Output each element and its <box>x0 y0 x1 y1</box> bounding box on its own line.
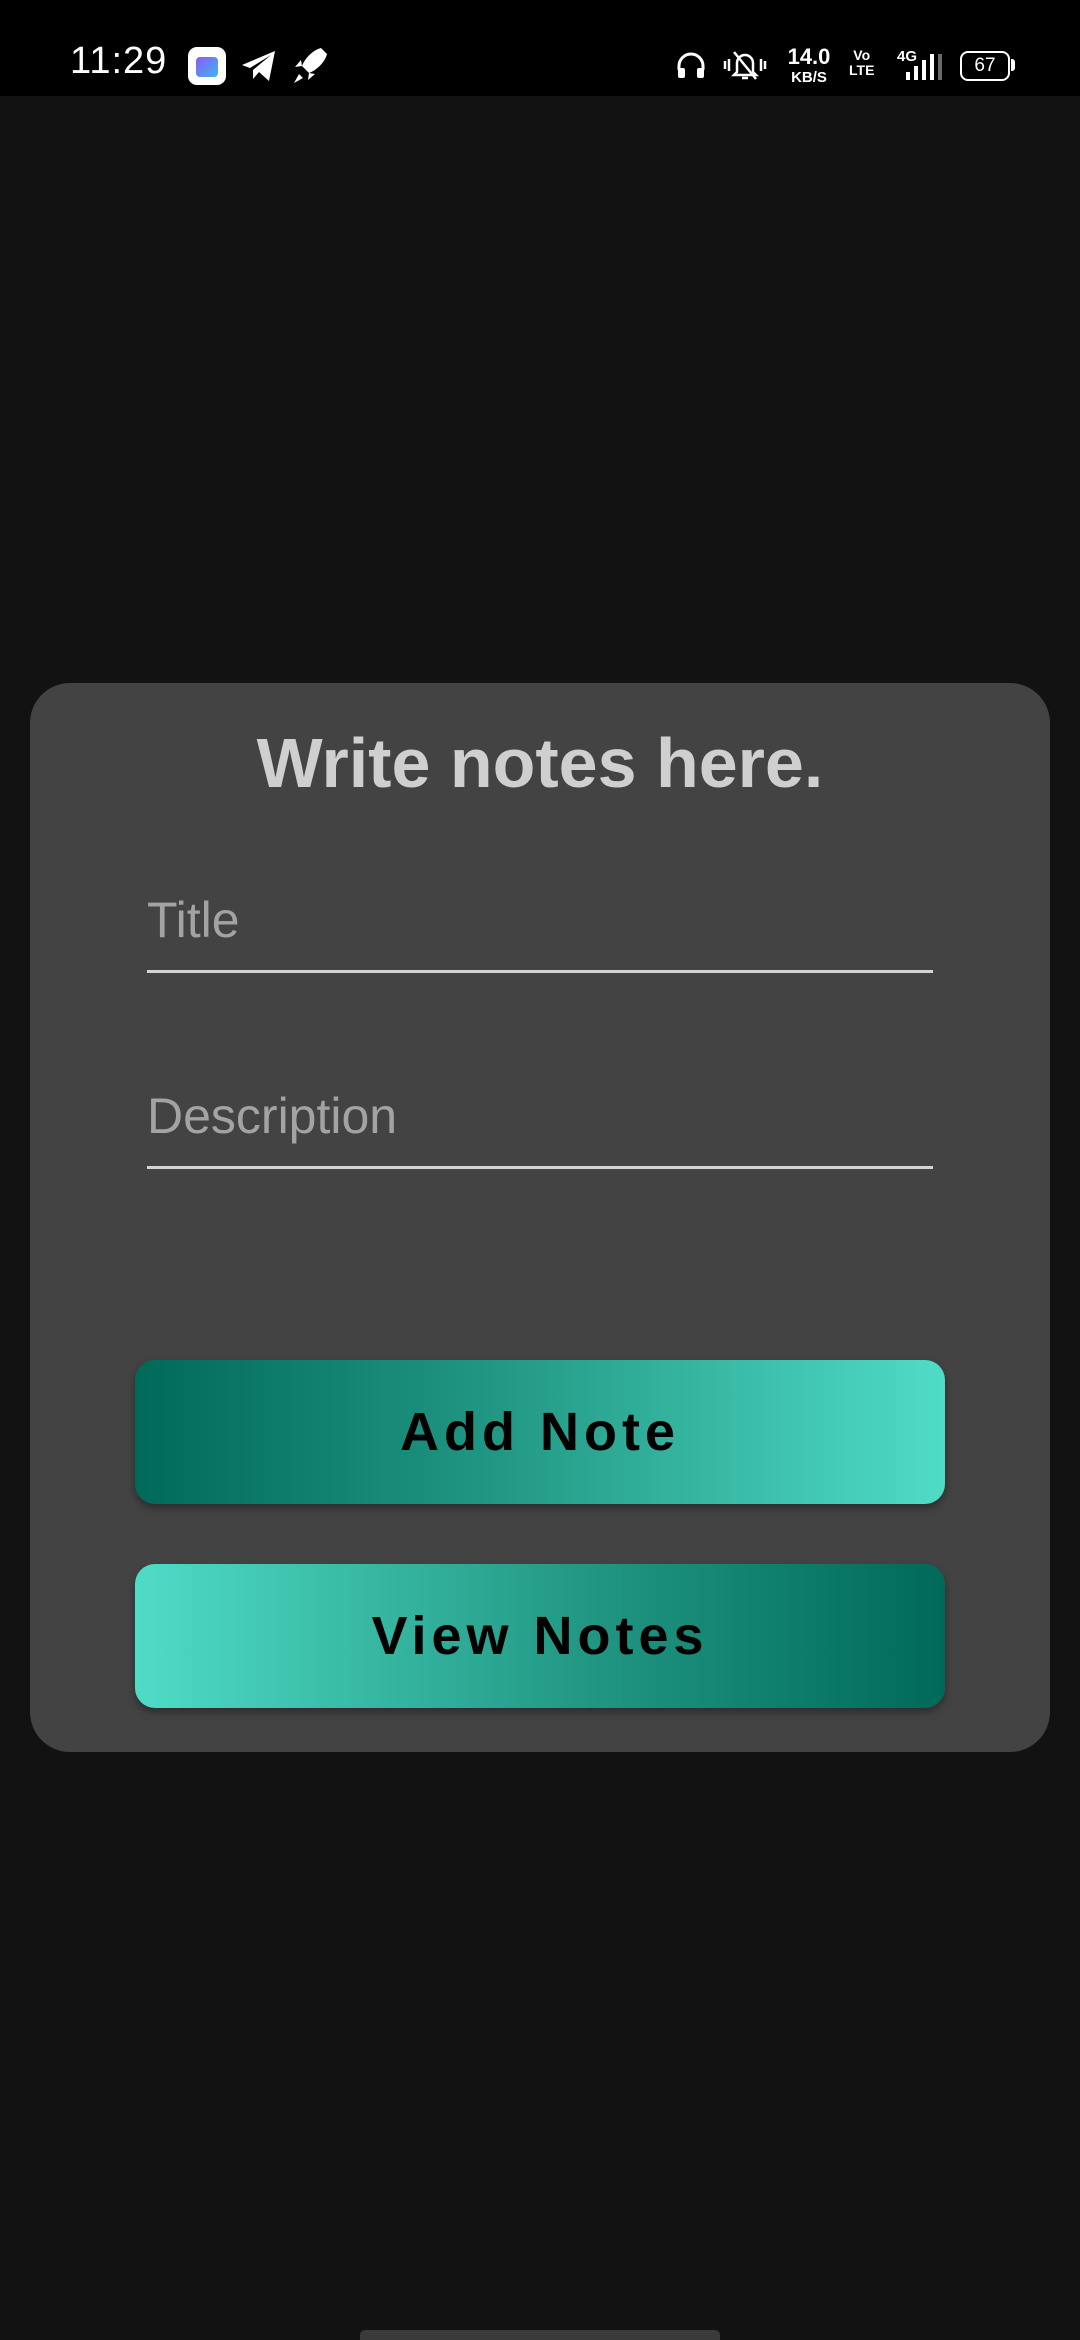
view-notes-button[interactable]: View Notes <box>135 1564 945 1708</box>
store-app-icon <box>188 47 226 85</box>
rocket-icon <box>291 44 331 86</box>
note-card: Write notes here. Add Note View Notes <box>30 683 1050 1752</box>
battery-icon: 67 <box>960 51 1010 81</box>
telegram-icon <box>240 48 278 84</box>
silent-bell-icon <box>722 48 768 82</box>
card-title: Write notes here. <box>256 724 824 802</box>
add-note-button[interactable]: Add Note <box>135 1360 945 1504</box>
battery-tip <box>1011 59 1015 71</box>
status-time: 11:29 <box>70 40 168 82</box>
headphones-icon <box>675 50 707 80</box>
signal-icon <box>904 52 944 82</box>
status-bar: 11:29 14.0 KB/S Vo LTE 4G 67 <box>0 0 1080 96</box>
home-indicator[interactable] <box>360 2330 720 2340</box>
network-speed: 14.0 KB/S <box>787 44 831 86</box>
description-input[interactable] <box>147 1076 933 1169</box>
volte-indicator: Vo LTE <box>849 47 875 78</box>
title-input[interactable] <box>147 880 933 973</box>
